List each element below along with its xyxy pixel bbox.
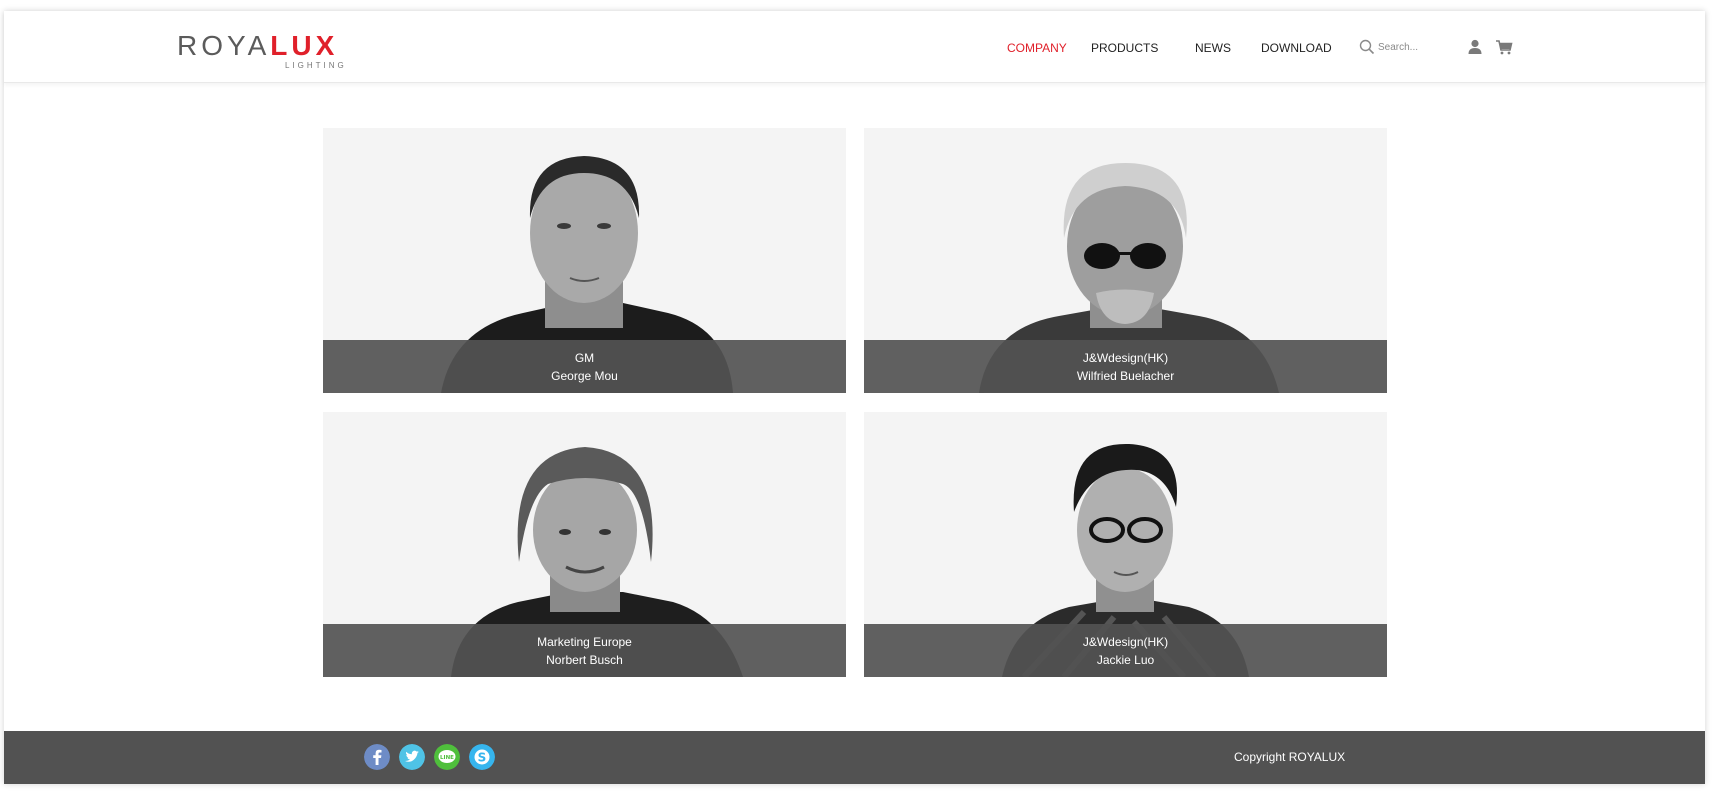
member-name: Jackie Luo (1096, 653, 1155, 667)
nav-news[interactable]: NEWS (1195, 41, 1231, 55)
logo-wordmark: ROYALUX (177, 30, 339, 61)
twitter-icon[interactable] (399, 744, 425, 770)
member-name: George Mou (551, 369, 618, 383)
member-name: Wilfried Buelacher (1076, 369, 1175, 383)
user-icon[interactable] (1466, 38, 1484, 56)
member-role: GM (574, 351, 595, 365)
team-card[interactable]: J&Wdesign(HK) Jackie Luo (864, 412, 1387, 677)
skype-icon[interactable]: S (469, 744, 495, 770)
facebook-icon[interactable] (364, 744, 390, 770)
copyright-text: Copyright ROYALUX (1234, 750, 1346, 764)
member-role: J&Wdesign(HK) (1082, 635, 1169, 649)
line-icon[interactable]: LINE (434, 744, 460, 770)
logo-subtitle: LIGHTING (285, 61, 347, 70)
logo[interactable]: ROYALUX LIGHTING (177, 31, 359, 71)
member-name: Norbert Busch (546, 653, 623, 667)
page-frame: ROYALUX LIGHTING COMPANY PRODUCTS NEWS D… (4, 11, 1705, 784)
nav-products[interactable]: PRODUCTS (1091, 41, 1158, 55)
svg-text:S: S (478, 751, 487, 765)
card-caption: Marketing Europe Norbert Busch (323, 624, 846, 677)
card-caption: J&Wdesign(HK) Jackie Luo (864, 624, 1387, 677)
nav-company[interactable]: COMPANY (1007, 41, 1067, 55)
card-caption: GM George Mou (323, 340, 846, 393)
svg-text:LINE: LINE (440, 755, 454, 761)
member-role: Marketing Europe (537, 635, 632, 649)
team-card[interactable]: GM George Mou (323, 128, 846, 393)
site-footer: LINE S Copyright ROYALUX (4, 731, 1705, 784)
cart-icon[interactable] (1495, 38, 1513, 56)
nav-download[interactable]: DOWNLOAD (1261, 41, 1332, 55)
site-header: ROYALUX LIGHTING COMPANY PRODUCTS NEWS D… (4, 11, 1705, 83)
search-input[interactable] (1378, 39, 1438, 55)
card-caption: J&Wdesign(HK) Wilfried Buelacher (864, 340, 1387, 393)
team-card[interactable]: J&Wdesign(HK) Wilfried Buelacher (864, 128, 1387, 393)
search-icon[interactable] (1359, 39, 1375, 55)
member-role: J&Wdesign(HK) (1082, 351, 1169, 365)
search-box (1359, 38, 1439, 58)
team-card[interactable]: Marketing Europe Norbert Busch (323, 412, 846, 677)
